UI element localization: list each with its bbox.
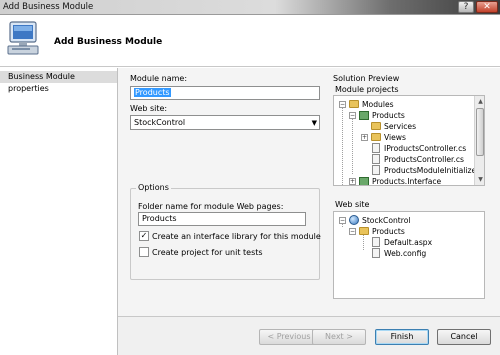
- folder-icon: [349, 100, 359, 108]
- collapse-icon[interactable]: −: [349, 228, 356, 235]
- tree-node-services[interactable]: Services: [334, 121, 474, 132]
- expand-icon[interactable]: +: [349, 178, 356, 185]
- help-icon: ?: [463, 2, 469, 12]
- tree-node-products-folder[interactable]: − Products: [334, 226, 474, 237]
- tree-node-label: Products: [372, 227, 405, 236]
- help-button[interactable]: ?: [458, 1, 474, 13]
- cs-file-icon: [372, 165, 380, 175]
- tree-node-products[interactable]: − Products: [334, 110, 474, 121]
- tree-node-productsmoduleinitializer[interactable]: ProductsModuleInitializer.c: [334, 165, 484, 176]
- module-tree-scrollbar[interactable]: ▲ ▼: [474, 96, 484, 185]
- tree-node-modules[interactable]: − Modules: [334, 99, 474, 110]
- website-preview-label: Web site: [335, 200, 370, 209]
- tree-node-label: StockControl: [362, 216, 411, 225]
- chevron-down-icon: ▼: [311, 119, 317, 127]
- website-select-value: StockControl: [134, 118, 186, 127]
- tree-node-label: Web.config: [384, 249, 427, 258]
- expand-icon[interactable]: +: [361, 134, 368, 141]
- scroll-down-icon[interactable]: ▼: [476, 175, 484, 184]
- sidebar-item-business-module-properties[interactable]: Business Module properties: [0, 71, 117, 93]
- window-title: Add Business Module: [3, 2, 94, 12]
- tree-node-default-aspx[interactable]: Default.aspx: [334, 237, 474, 248]
- cs-file-icon: [372, 143, 380, 153]
- solution-preview-label: Solution Preview: [333, 74, 400, 83]
- finish-button[interactable]: Finish: [375, 329, 429, 345]
- scroll-thumb[interactable]: [476, 108, 484, 156]
- content-panel: Module name: Products Web site: StockCon…: [118, 68, 500, 316]
- next-button[interactable]: Next >: [312, 329, 366, 345]
- folder-name-input[interactable]: Products: [138, 212, 306, 226]
- folder-name-label: Folder name for module Web pages:: [138, 202, 284, 211]
- close-icon: ✕: [483, 2, 491, 12]
- title-bar[interactable]: Add Business Module ? ✕: [0, 0, 500, 15]
- unit-tests-checkbox[interactable]: [139, 247, 149, 257]
- module-name-input[interactable]: Products: [130, 86, 320, 100]
- project-icon: [359, 177, 369, 185]
- tree-node-label: IProductsController.cs: [384, 144, 467, 153]
- header-title: Add Business Module: [54, 37, 163, 47]
- website-label: Web site:: [130, 104, 168, 113]
- wizard-header: Add Business Module: [0, 15, 500, 67]
- options-title: Options: [136, 183, 171, 192]
- interface-library-checkbox[interactable]: ✓: [139, 231, 149, 241]
- tree-node-label: Default.aspx: [384, 238, 433, 247]
- tree-node-products-interface[interactable]: + Products.Interface: [334, 176, 474, 186]
- tree-node-iproductscontroller[interactable]: IProductsController.cs: [334, 143, 474, 154]
- interface-library-label: Create an interface library for this mod…: [152, 232, 321, 241]
- folder-name-value: Products: [142, 214, 177, 223]
- folder-icon: [371, 133, 381, 141]
- close-button[interactable]: ✕: [476, 1, 498, 13]
- tree-node-stockcontrol[interactable]: − StockControl: [334, 215, 474, 226]
- website-tree[interactable]: − StockControl − Products Default.aspx W…: [333, 211, 485, 299]
- cs-file-icon: [372, 154, 380, 164]
- tree-node-label: Products: [372, 111, 405, 120]
- website-icon: [349, 215, 359, 225]
- aspx-file-icon: [372, 237, 380, 247]
- tree-node-label: ProductsController.cs: [384, 155, 464, 164]
- collapse-icon[interactable]: −: [339, 217, 346, 224]
- tree-node-label: Views: [384, 133, 406, 142]
- tree-node-label: ProductsModuleInitializer.c: [384, 166, 485, 175]
- scroll-up-icon[interactable]: ▲: [476, 97, 484, 106]
- module-name-label: Module name:: [130, 74, 188, 83]
- tree-node-web-config[interactable]: Web.config: [334, 248, 474, 259]
- tree-node-views[interactable]: + Views: [334, 132, 474, 143]
- cancel-button[interactable]: Cancel: [437, 329, 491, 345]
- collapse-icon[interactable]: −: [349, 112, 356, 119]
- module-projects-tree[interactable]: − Modules − Products Services + Views IP…: [333, 95, 485, 186]
- folder-icon: [359, 227, 369, 235]
- tree-node-label: Services: [384, 122, 417, 131]
- folder-icon: [371, 122, 381, 130]
- tree-node-label: Products.Interface: [372, 177, 442, 186]
- checkmark-icon: ✓: [140, 231, 148, 240]
- website-select[interactable]: StockControl ▼: [130, 115, 320, 130]
- module-projects-label: Module projects: [335, 85, 399, 94]
- tree-node-label: Modules: [362, 100, 394, 109]
- previous-button[interactable]: < Previous: [259, 329, 319, 345]
- collapse-icon[interactable]: −: [339, 101, 346, 108]
- unit-tests-label: Create project for unit tests: [152, 248, 263, 257]
- module-name-value: Products: [134, 88, 171, 97]
- config-file-icon: [372, 248, 380, 258]
- project-icon: [359, 111, 369, 120]
- options-group: Options Folder name for module Web pages…: [130, 183, 321, 280]
- sidebar: Business Module properties: [0, 68, 118, 355]
- computer-icon: [7, 21, 39, 55]
- tree-node-productscontroller[interactable]: ProductsController.cs: [334, 154, 474, 165]
